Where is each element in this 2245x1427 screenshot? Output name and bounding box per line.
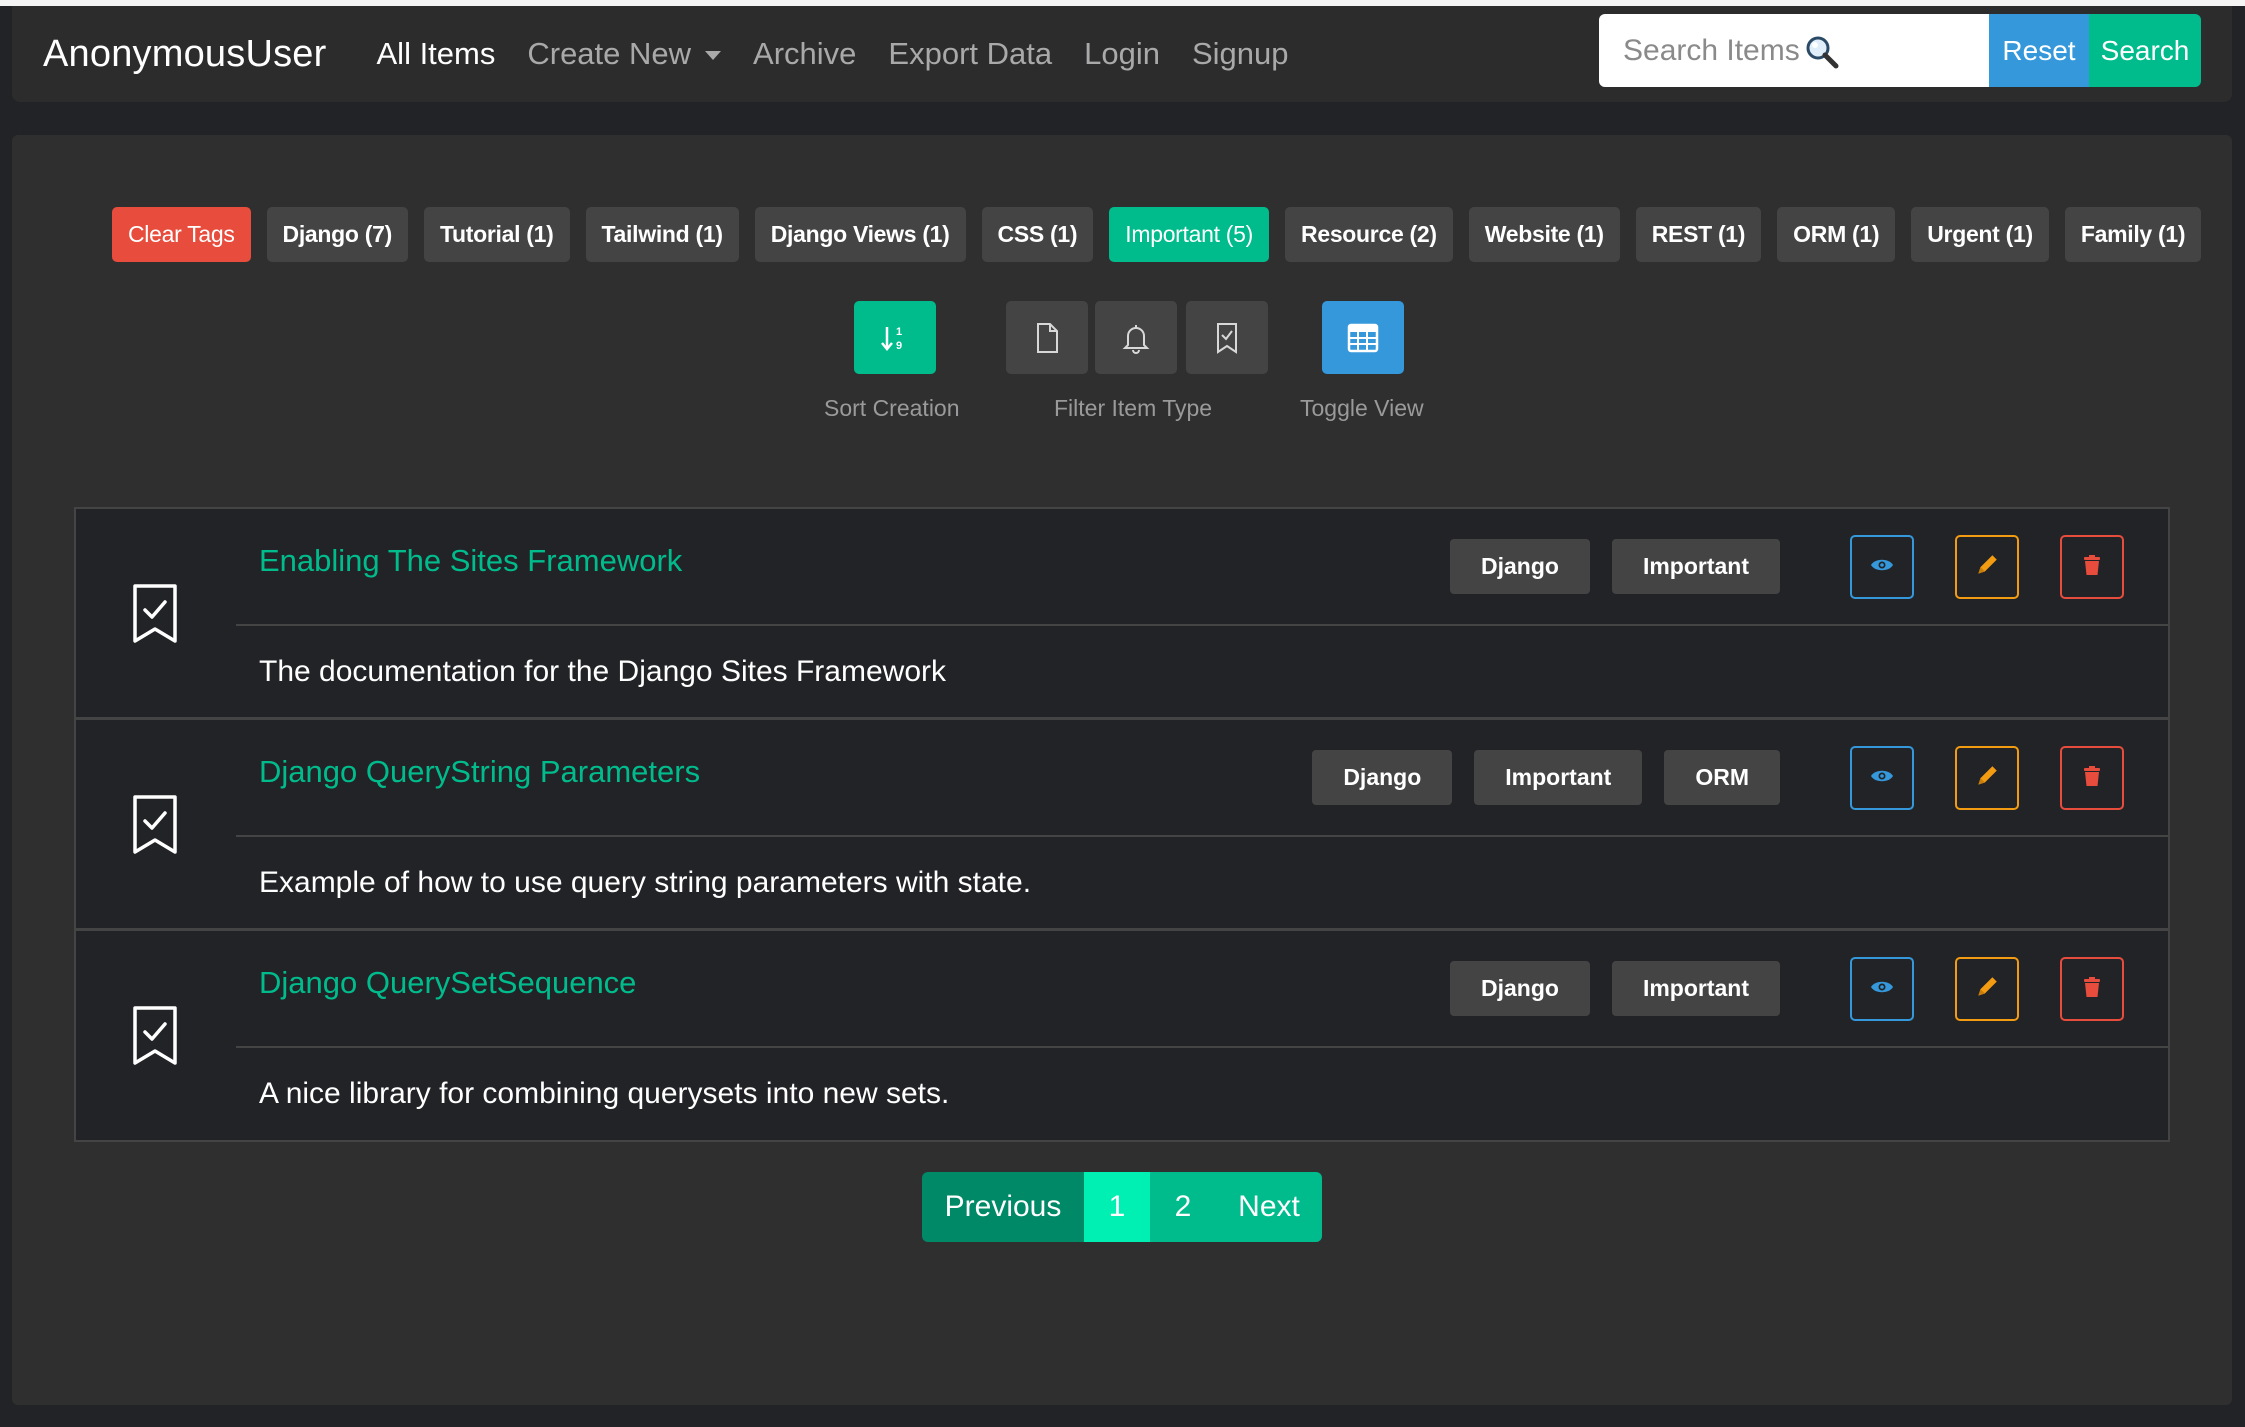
nav-links: All Items Create New Archive Export Data… [377, 36, 1321, 72]
chevron-down-icon [705, 51, 722, 61]
bell-icon [1122, 324, 1150, 354]
item-actions [1809, 746, 2124, 810]
nav-create-new-dropdown[interactable]: Create New [527, 36, 722, 72]
search-form: Reset Search [1599, 14, 2201, 87]
view-button[interactable] [1850, 746, 1914, 810]
item-tag[interactable]: Django [1449, 539, 1590, 594]
trash-icon [2082, 976, 2102, 1003]
tag-filter-chip[interactable]: Important (5) [1109, 207, 1270, 262]
item-title-link[interactable]: Enabling The Sites Framework [259, 543, 682, 579]
document-icon [1037, 322, 1058, 353]
item-actions [1809, 535, 2124, 599]
list-item: Django QueryString Parameters Django Impo… [76, 720, 2168, 931]
item-tag[interactable]: Django [1449, 961, 1590, 1016]
tag-filter-chip[interactable]: Tailwind (1) [585, 207, 739, 262]
nav-archive[interactable]: Archive [753, 36, 856, 72]
svg-text:9: 9 [896, 340, 902, 352]
item-tags: Django Important [1428, 539, 1780, 594]
filter-document-button[interactable] [1006, 301, 1088, 374]
edit-button[interactable] [1955, 746, 2019, 810]
pagination-previous[interactable]: Previous [922, 1172, 1084, 1242]
view-button[interactable] [1850, 957, 1914, 1021]
tag-filter-chip[interactable]: Django Views (1) [754, 207, 966, 262]
table-icon [1347, 323, 1379, 352]
tag-filter-chip[interactable]: Website (1) [1468, 207, 1620, 262]
pencil-icon [1974, 763, 2000, 794]
magnifier-icon [1806, 36, 1839, 69]
pencil-icon [1974, 974, 2000, 1005]
item-list: Enabling The Sites Framework Django Impor… [74, 507, 2170, 1142]
item-tag[interactable]: Django [1312, 750, 1453, 805]
filter-bookmark-button[interactable] [1186, 301, 1268, 374]
sort-creation-label: Sort Creation [824, 395, 960, 421]
search-button[interactable]: Search [2089, 14, 2201, 87]
item-tag[interactable]: Important [1474, 750, 1643, 805]
item-description: A nice library for combining querysets i… [259, 1077, 950, 1110]
list-item: Enabling The Sites Framework Django Impor… [76, 509, 2168, 720]
main-panel: Clear Tags Django (7) Tutorial (1) Tailwind… [12, 135, 2232, 1405]
filter-reminder-button[interactable] [1095, 301, 1177, 374]
toggle-view-label: Toggle View [1300, 395, 1424, 421]
view-button[interactable] [1850, 535, 1914, 599]
tag-filter-chip[interactable]: ORM (1) [1777, 207, 1896, 262]
item-tag[interactable]: Important [1611, 539, 1780, 594]
delete-button[interactable] [2060, 746, 2124, 810]
item-tag[interactable]: Important [1611, 961, 1780, 1016]
pagination-page-1[interactable]: 1 [1084, 1172, 1150, 1242]
nav-create-new-label: Create New [527, 36, 692, 71]
item-divider [236, 1046, 2168, 1048]
pencil-icon [1974, 552, 2000, 583]
delete-button[interactable] [2060, 957, 2124, 1021]
item-description: The documentation for the Django Sites F… [259, 655, 946, 688]
search-input[interactable] [1599, 14, 1989, 87]
svg-text:1: 1 [896, 326, 902, 338]
delete-button[interactable] [2060, 535, 2124, 599]
tag-filter-bar: Clear Tags Django (7) Tutorial (1) Tailwind… [112, 207, 2217, 262]
item-tags: Django Important ORM [1290, 750, 1780, 805]
toggle-view-button[interactable] [1322, 301, 1404, 374]
item-divider [236, 835, 2168, 837]
nav-signup[interactable]: Signup [1192, 36, 1289, 72]
pagination-page-2[interactable]: 2 [1150, 1172, 1216, 1242]
trash-icon [2082, 765, 2102, 792]
eye-icon [1870, 768, 1894, 789]
tag-filter-chip[interactable]: Django (7) [266, 207, 408, 262]
brand-username[interactable]: AnonymousUser [43, 33, 327, 76]
bookmark-check-icon [130, 1005, 180, 1067]
item-tags: Django Important [1428, 961, 1780, 1016]
item-title-link[interactable]: Django QueryString Parameters [259, 754, 700, 790]
reset-button[interactable]: Reset [1989, 14, 2089, 87]
navbar: AnonymousUser All Items Create New Archi… [12, 6, 2232, 102]
eye-icon [1870, 979, 1894, 1000]
tag-filter-chip[interactable]: Urgent (1) [1911, 207, 2049, 262]
tag-filter-chip[interactable]: CSS (1) [981, 207, 1094, 262]
pagination: Previous 1 2 Next [922, 1172, 1322, 1242]
sort-creation-button[interactable]: 1 9 [854, 301, 936, 374]
eye-icon [1870, 557, 1894, 578]
nav-all-items[interactable]: All Items [377, 36, 496, 72]
edit-button[interactable] [1955, 535, 2019, 599]
item-description: Example of how to use query string param… [259, 866, 1032, 899]
bookmark-check-icon [130, 583, 180, 645]
pagination-next[interactable]: Next [1216, 1172, 1322, 1242]
tag-filter-chip[interactable]: Tutorial (1) [423, 207, 570, 262]
filter-item-type-label: Filter Item Type [1054, 395, 1213, 421]
item-divider [236, 624, 2168, 626]
tag-filter-chip[interactable]: Family (1) [2064, 207, 2202, 262]
sort-numeric-icon: 1 9 [881, 326, 902, 352]
list-item: Django QuerySetSequence Django Important … [76, 931, 2168, 1140]
nav-login[interactable]: Login [1084, 36, 1160, 72]
edit-button[interactable] [1955, 957, 2019, 1021]
item-title-link[interactable]: Django QuerySetSequence [259, 965, 636, 1001]
clear-tags-button[interactable]: Clear Tags [112, 207, 251, 262]
tag-filter-chip[interactable]: Resource (2) [1285, 207, 1453, 262]
bookmark-check-icon [130, 794, 180, 856]
bookmark-check-icon [1217, 322, 1237, 354]
item-actions [1809, 957, 2124, 1021]
tag-filter-chip[interactable]: REST (1) [1635, 207, 1762, 262]
item-tag[interactable]: ORM [1664, 750, 1780, 805]
trash-icon [2082, 554, 2102, 581]
nav-export-data[interactable]: Export Data [888, 36, 1052, 72]
